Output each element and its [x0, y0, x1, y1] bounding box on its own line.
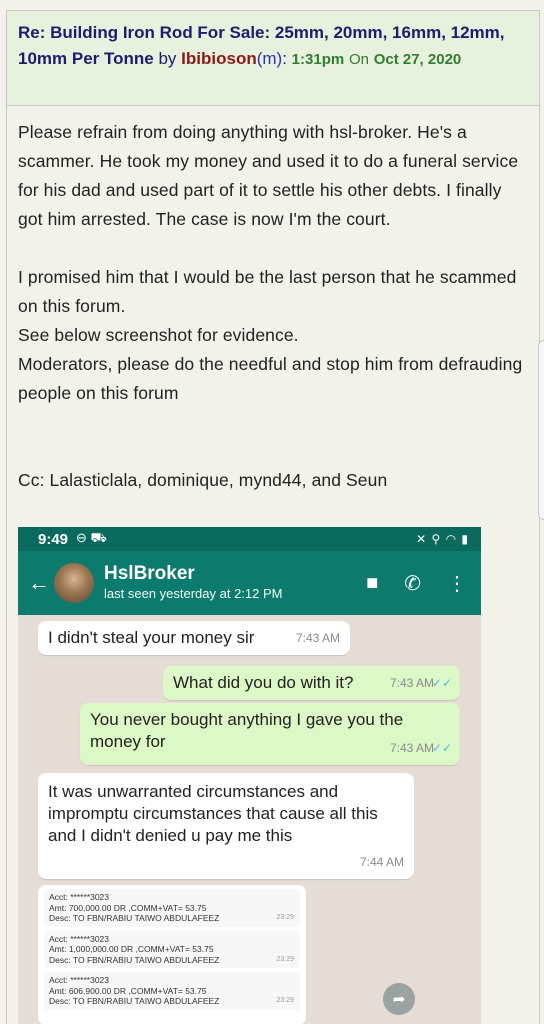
receipt-image-message: Acct: ******3023 Amt: 700,000.00 DR ,COM…: [38, 885, 306, 1024]
back-arrow-icon: ←: [28, 570, 50, 595]
menu-dots-icon: ⋮: [447, 572, 467, 595]
message-time: 7:44 AM: [359, 855, 404, 869]
status-right-icons: ✕ ⚲ ◠ ▮: [416, 532, 469, 546]
receipt-acct: Acct: ******3023: [49, 933, 110, 944]
message-text: It was unwarranted circumstances and imp…: [48, 782, 378, 845]
post-on-label: On: [348, 51, 369, 68]
receipt-item: Acct: ******3023 Amt: 1,000,000.00 DR ,C…: [44, 930, 300, 968]
receipt-time: 23:29: [276, 955, 294, 963]
read-ticks-icon: ✓✓: [431, 741, 452, 755]
message-time: 7:43 AM: [389, 676, 434, 690]
receipt-time: 23:29: [276, 997, 294, 1004]
post-time: 1:31pm: [291, 51, 345, 68]
author-gender: (m): [256, 49, 283, 68]
receipt-desc: Desc: TO FBN/RABIU TAIWO ABDULAFEEZ: [49, 996, 220, 1006]
receipt-amount: Amt: 700,000.00 DR ,COMM+VAT= 53.75: [49, 902, 207, 913]
forward-icon: ➦: [383, 983, 415, 1015]
message-outgoing: What did you do with it? 7:43 AM ✓✓: [163, 666, 460, 700]
post-paragraph: I promised him that I would be the last …: [18, 267, 517, 316]
chat-actions: ■ ✆ ⋮: [366, 571, 467, 596]
status-time: 9:49: [38, 530, 69, 548]
phone-status-bar: 9:49 ⊖ ⛟ ✕ ⚲ ◠ ▮: [18, 527, 481, 551]
receipt-amount: Amt: 1,000,000.00 DR ,COMM+VAT= 53.75: [49, 944, 214, 954]
status-left-icons: ⊖ ⛟: [76, 530, 107, 545]
post-paragraph: Please refrain from doing anything with …: [18, 122, 519, 229]
post-by-label: by: [158, 49, 177, 68]
video-call-icon: ■: [366, 571, 379, 594]
whatsapp-screenshot[interactable]: 9:49 ⊖ ⛟ ✕ ⚲ ◠ ▮ ← HslBroker last seen y…: [18, 527, 481, 1024]
contact-name: HslBroker: [104, 563, 195, 584]
receipt-desc: Desc: TO FBN/RABIU TAIWO ABDULAFEEZ: [49, 954, 220, 965]
chat-header: ← HslBroker last seen yesterday at 2:12 …: [18, 551, 481, 615]
message-outgoing: You never bought anything I gave you the…: [80, 703, 460, 765]
message-text: What did you do with it?: [173, 673, 354, 692]
read-ticks-icon: ✓✓: [431, 676, 452, 690]
receipt-amount: Amt: 606,900.00 DR ,COMM+VAT= 53.75: [49, 985, 207, 996]
message-text: I didn't steal your money sir: [48, 628, 255, 647]
message-incoming: It was unwarranted circumstances and imp…: [38, 773, 414, 879]
contact-info: HslBroker last seen yesterday at 2:12 PM: [104, 563, 282, 603]
forum-page: Re: Building Iron Rod For Sale: 25mm, 20…: [0, 0, 544, 1024]
post-header: Re: Building Iron Rod For Sale: 25mm, 20…: [7, 10, 539, 106]
post-date: Oct 27, 2020: [373, 51, 462, 68]
receipt-item: Acct: ******3023 Amt: 700,000.00 DR ,COM…: [44, 889, 300, 927]
phone-call-icon: ✆: [404, 572, 421, 595]
post-paragraph: Moderators, please do the needful and st…: [18, 354, 523, 403]
message-time: 7:43 AM: [389, 741, 434, 755]
post-body: Please refrain from doing anything with …: [18, 118, 528, 495]
scrollbar-handle[interactable]: [538, 340, 544, 520]
message-text: You never bought anything I gave you the…: [90, 710, 404, 751]
post-author-link[interactable]: Ibibioson: [181, 49, 257, 68]
last-seen-text: last seen yesterday at 2:12 PM: [104, 586, 283, 601]
receipt-acct: Acct: ******3023: [49, 975, 110, 985]
post-paragraph: See below screenshot for evidence.: [18, 325, 299, 345]
receipt-item: Acct: ******3023 Amt: 606,900.00 DR ,COM…: [44, 972, 300, 1010]
receipt-desc: Desc: TO FBN/RABIU TAIWO ABDULAFEEZ: [49, 913, 220, 923]
receipt-time: 23:29: [276, 914, 294, 921]
avatar: [54, 563, 94, 603]
message-time: 7:43 AM: [295, 631, 340, 645]
message-incoming: I didn't steal your money sir 7:43 AM: [38, 621, 350, 655]
chat-area: I didn't steal your money sir 7:43 AM Wh…: [18, 615, 481, 1024]
receipt-acct: Acct: ******3023: [49, 892, 110, 902]
post-cc-line: Cc: Lalasticlala, dominique, mynd44, and…: [18, 470, 388, 490]
header-colon: :: [282, 49, 287, 68]
